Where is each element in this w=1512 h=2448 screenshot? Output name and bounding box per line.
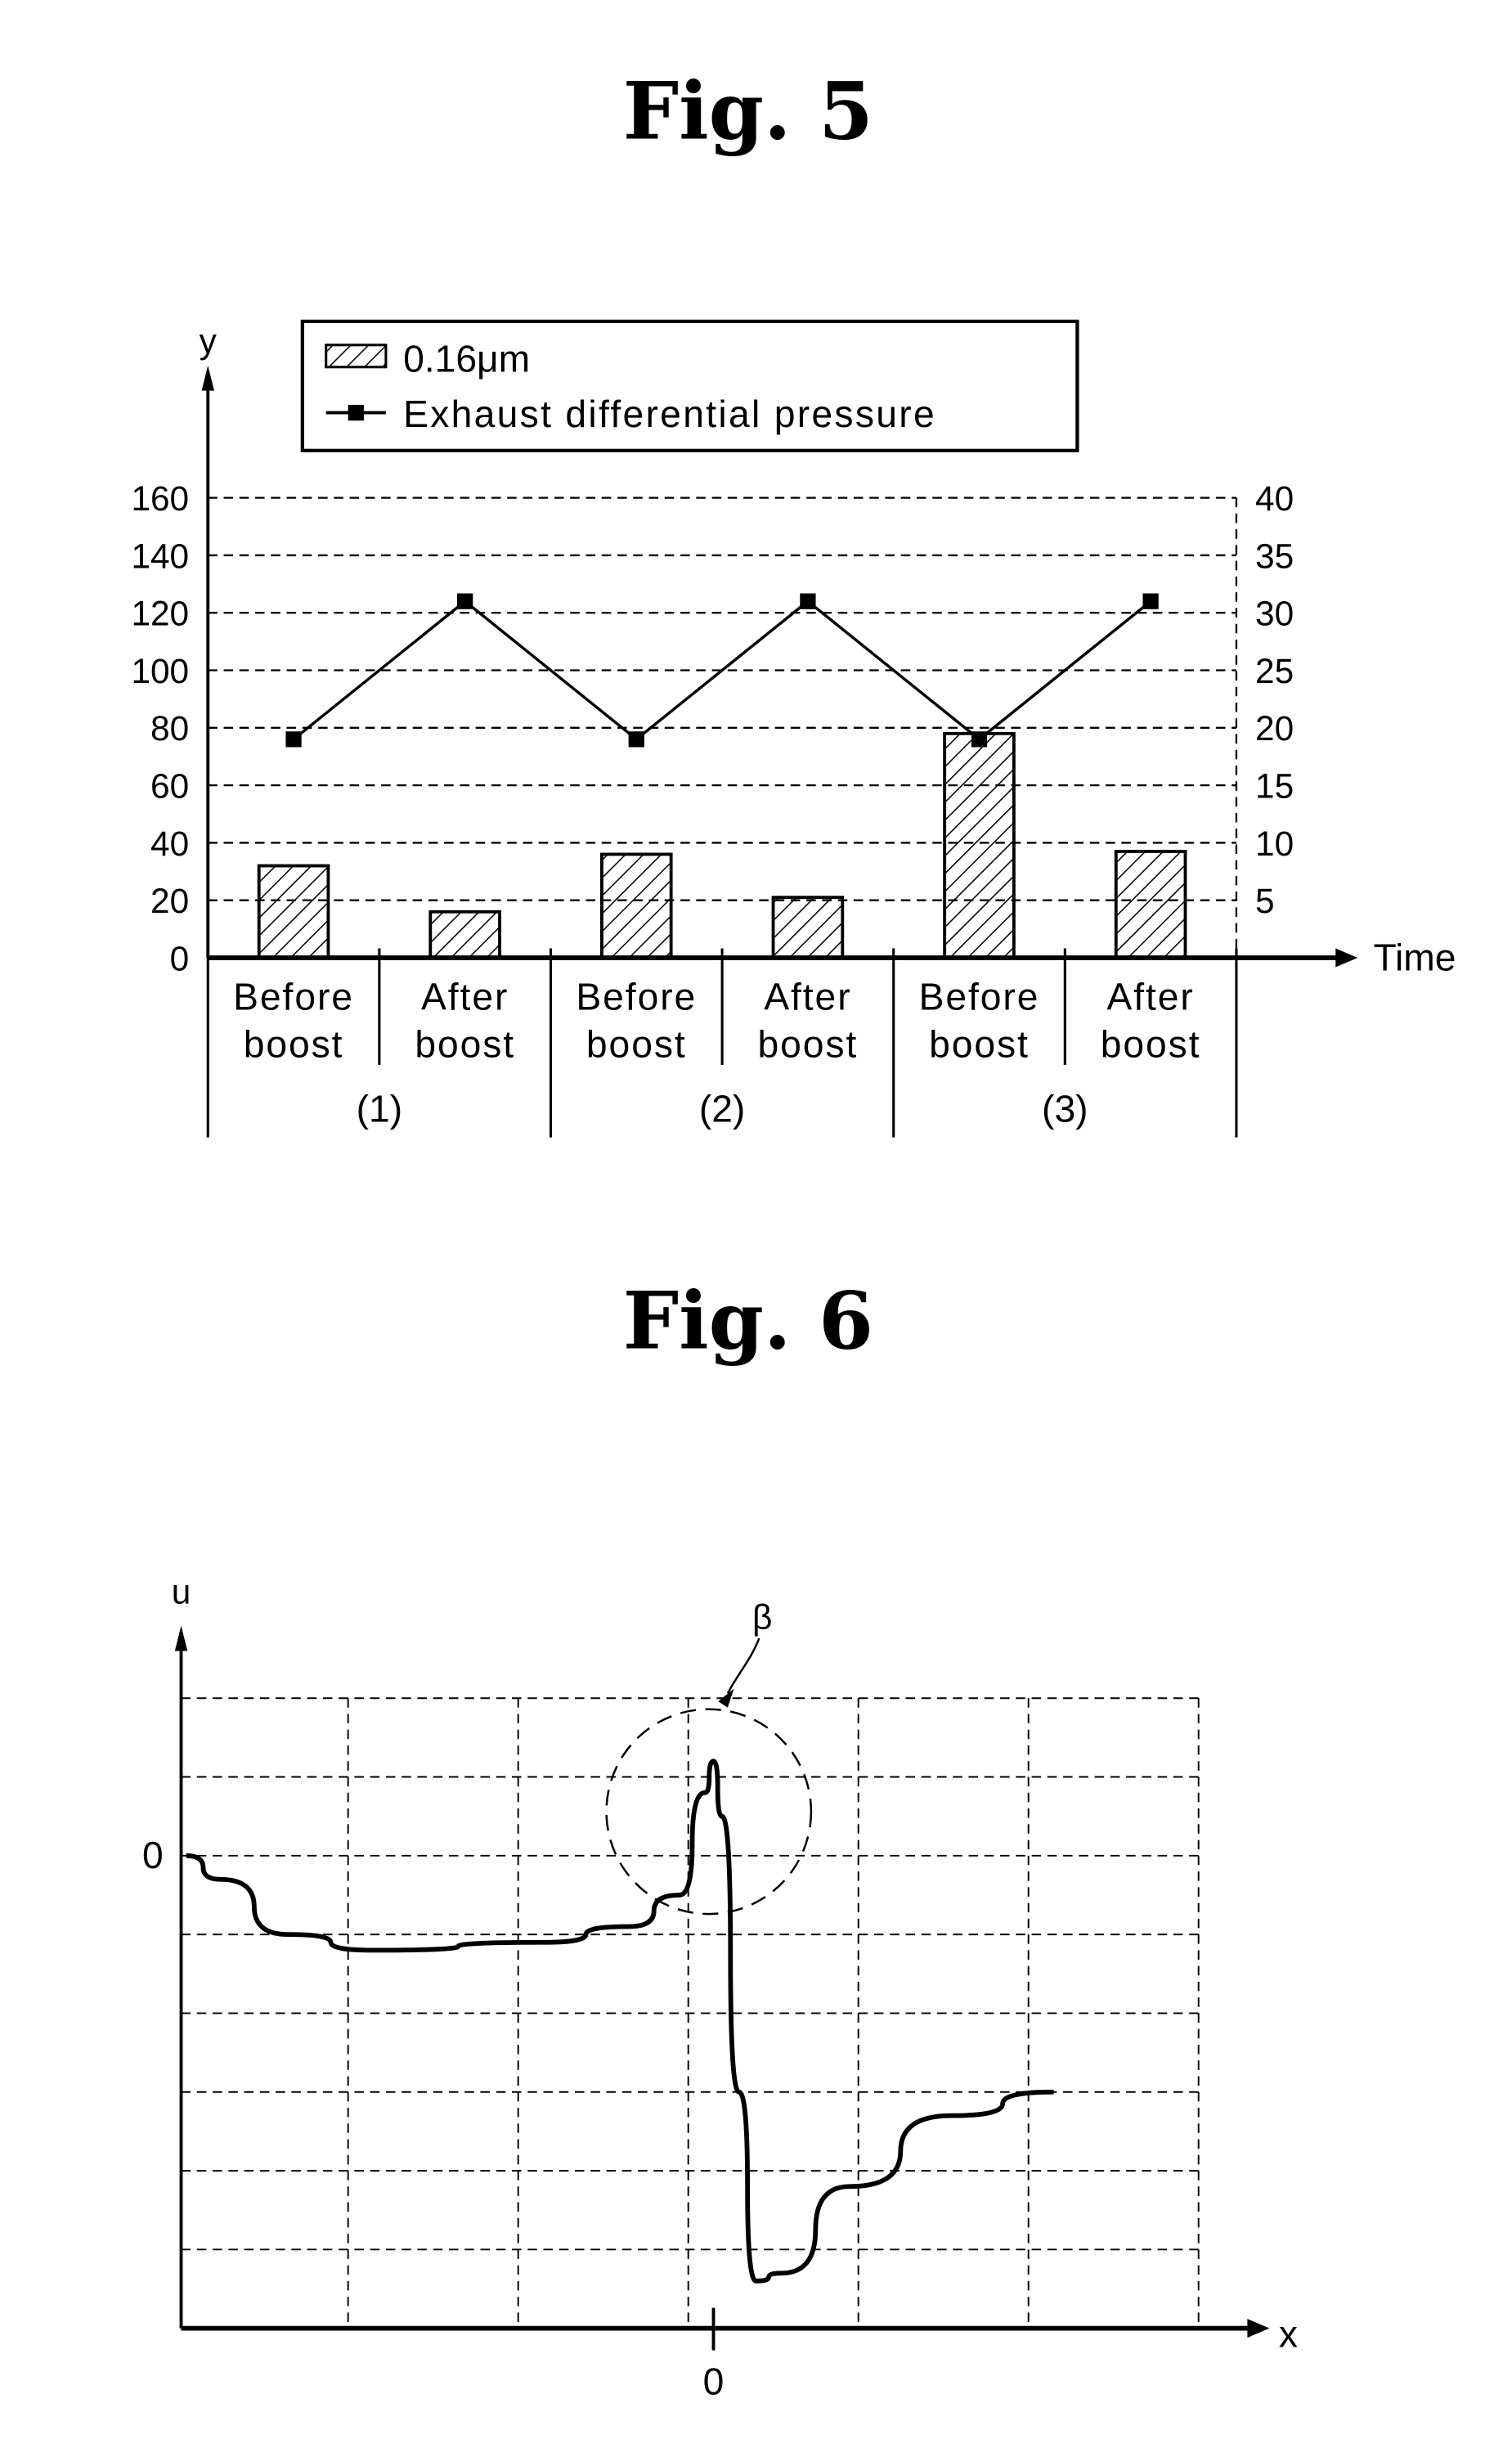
x-axis-arrow (1247, 2319, 1270, 2338)
u-axis-label: u (172, 1573, 191, 1611)
group-label: (2) (699, 1087, 746, 1130)
beta-highlight-circle (605, 1708, 813, 1916)
right-tick-label: 30 (1255, 595, 1294, 633)
y-axis-arrow (201, 365, 214, 391)
figure-canvas: Fig. 5 0 20 40 60 80 100 120 140 160 5 10 15 20 25 30 3… (131, 65, 1456, 2403)
u-axis-arrow (174, 1625, 188, 1651)
bar (943, 731, 1016, 959)
category-label-line1: After (764, 976, 851, 1018)
left-tick-label: 0 (170, 939, 190, 977)
fig6-chart: u x 0 0 β (142, 1573, 1298, 2403)
left-tick-label: 60 (150, 767, 189, 806)
x-axis-label: x (1279, 2313, 1298, 2356)
right-tick-label: 40 (1255, 479, 1294, 518)
legend-line-label: Exhaust differential pressure (403, 393, 936, 435)
x-axis-arrow (1335, 948, 1358, 968)
right-tick-label: 20 (1255, 709, 1294, 748)
legend-bar-swatch (325, 344, 388, 369)
category-label-line1: Before (919, 976, 1040, 1018)
left-tick-label: 140 (131, 537, 189, 575)
beta-label: β (752, 1597, 772, 1636)
category-label-line1: After (421, 976, 509, 1018)
bar (1114, 850, 1187, 959)
pressure-point (1142, 593, 1159, 609)
left-tick-label: 160 (131, 479, 189, 518)
category-label-line2: boost (758, 1022, 859, 1065)
right-tick-label: 35 (1255, 537, 1294, 575)
group-label: (1) (357, 1087, 403, 1130)
category-label-line2: boost (929, 1022, 1030, 1065)
category-label-line2: boost (586, 1022, 687, 1065)
pressure-point (457, 593, 473, 609)
y-axis-label: y (200, 321, 218, 360)
category-label-line1: Before (576, 976, 697, 1018)
category-label-line1: After (1106, 976, 1194, 1018)
u-zero-label: 0 (142, 1834, 164, 1876)
pressure-point (628, 731, 644, 748)
x-axis-label: Time (1373, 936, 1456, 978)
fig5-title: Fig. 5 (623, 65, 873, 157)
left-tick-label: 120 (131, 595, 189, 633)
x-zero-label: 0 (703, 2360, 725, 2403)
pressure-point (800, 593, 816, 609)
right-tick-label: 25 (1255, 652, 1294, 690)
bar (257, 864, 330, 959)
bar (599, 852, 673, 959)
u-curve (186, 1759, 1054, 2284)
right-tick-label: 5 (1255, 882, 1275, 920)
bar (428, 910, 501, 959)
legend-bar-label: 0.16μm (403, 338, 530, 380)
left-tick-label: 20 (150, 882, 189, 920)
category-label-line2: boost (415, 1022, 515, 1065)
category-label-line2: boost (244, 1022, 344, 1065)
bar (771, 896, 845, 959)
legend-line-marker (348, 404, 364, 421)
left-tick-label: 80 (150, 709, 189, 748)
pressure-line (292, 599, 1152, 742)
beta-leader-line (726, 1637, 760, 1695)
left-tick-label: 100 (131, 652, 189, 690)
right-tick-label: 15 (1255, 767, 1294, 806)
pressure-point (285, 731, 302, 748)
pressure-point (971, 731, 988, 748)
left-tick-label: 40 (150, 824, 189, 863)
fig5-chart: 0 20 40 60 80 100 120 140 160 5 10 15 20 25 30 35 40 y Tim… (131, 319, 1456, 1138)
group-label: (3) (1042, 1087, 1088, 1130)
category-label-line1: Before (233, 976, 354, 1018)
fig6-title: Fig. 6 (623, 1275, 873, 1368)
category-label-line2: boost (1101, 1022, 1201, 1065)
right-tick-label: 10 (1255, 824, 1294, 863)
